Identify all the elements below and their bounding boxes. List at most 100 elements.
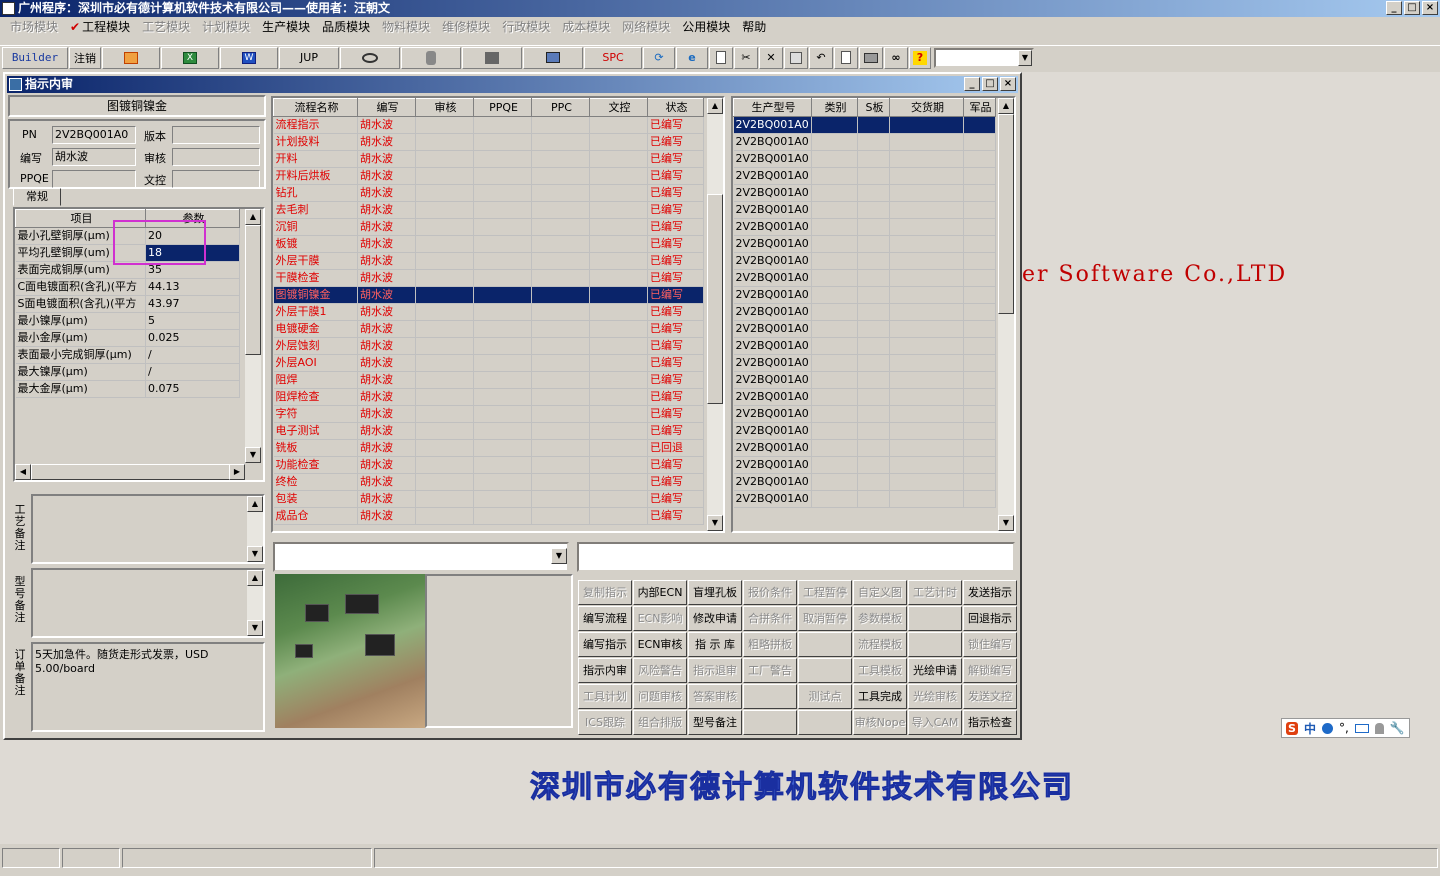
flow-row[interactable]: 功能检查 胡水波 已编写 (273, 456, 704, 474)
delete-icon[interactable]: ✕ (759, 46, 783, 69)
model-note-field[interactable]: ▲ ▼ (31, 568, 265, 638)
action-button[interactable]: 回退指示 (963, 606, 1017, 631)
param-value[interactable]: / (145, 346, 240, 364)
flow-row[interactable]: 干膜检查 胡水波 已编写 (273, 269, 704, 287)
scroll-up-icon[interactable]: ▲ (707, 98, 723, 114)
ppqe-field[interactable] (52, 170, 136, 188)
model-row[interactable]: 2V2BQ001A0 (733, 405, 996, 423)
wrench-icon[interactable]: 🔧 (1390, 721, 1405, 735)
flow-header[interactable]: 文控 (589, 98, 648, 117)
ime-moon-icon[interactable] (1321, 722, 1333, 734)
sogou-icon[interactable]: S (1286, 721, 1298, 735)
refresh-icon[interactable]: ⟳ (643, 46, 675, 69)
model-row[interactable]: 2V2BQ001A0 (733, 303, 996, 321)
flow-row[interactable]: 铣板 胡水波 已回退 (273, 439, 704, 457)
flow-row[interactable]: 终检 胡水波 已编写 (273, 473, 704, 491)
user-icon[interactable] (1374, 722, 1384, 734)
flow-combo[interactable]: ▼ (273, 542, 569, 572)
model-header[interactable]: 生产型号 (733, 98, 812, 117)
review-field[interactable] (172, 148, 260, 166)
action-button[interactable]: 报价条件 (743, 580, 797, 605)
scroll-down-icon[interactable]: ▼ (707, 515, 723, 531)
action-button[interactable] (743, 684, 797, 709)
flow-header[interactable]: 编写 (357, 98, 416, 117)
model-row[interactable]: 2V2BQ001A0 (733, 354, 996, 372)
preview-icon[interactable] (834, 46, 858, 69)
action-button[interactable] (743, 710, 797, 735)
excel-icon[interactable]: X (161, 46, 219, 69)
action-button[interactable]: ECN影响 (633, 606, 687, 631)
print-icon[interactable] (859, 46, 883, 69)
model-row[interactable]: 2V2BQ001A0 (733, 490, 996, 508)
find-icon[interactable]: ∞ (884, 46, 908, 69)
process-note-field[interactable]: ▲ ▼ (31, 494, 265, 564)
action-button[interactable] (798, 632, 852, 657)
param-value[interactable]: 0.025 (145, 329, 240, 347)
monitor-icon[interactable] (523, 46, 583, 69)
action-button[interactable]: 导入CAM (908, 710, 962, 735)
action-button[interactable]: 工具完成 (853, 684, 907, 709)
model-row[interactable]: 2V2BQ001A0 (733, 473, 996, 491)
scroll-down-icon[interactable]: ▼ (247, 620, 263, 636)
scroll-up-icon[interactable]: ▲ (247, 496, 263, 512)
menu-item-1[interactable]: ✔ 工程模块 (64, 17, 136, 37)
param-value[interactable]: 0.075 (145, 380, 240, 398)
ime-toolbar[interactable]: S 中 °, 🔧 (1281, 718, 1410, 738)
action-button[interactable]: 自定义图 (853, 580, 907, 605)
flow-row[interactable]: 沉铜 胡水波 已编写 (273, 218, 704, 236)
menu-item-3[interactable]: 计划模块 (196, 17, 256, 37)
author-field[interactable]: 胡水波 (52, 148, 136, 166)
param-hscroll-thumb[interactable] (31, 464, 231, 480)
param-scroll-thumb[interactable] (245, 225, 261, 355)
action-button[interactable]: 指示检查 (963, 710, 1017, 735)
model-scroll-thumb[interactable] (998, 114, 1014, 314)
undo-icon[interactable]: ↶ (809, 46, 833, 69)
param-row[interactable]: C面电镀面积(含孔)(平方 44.13 (15, 278, 240, 296)
model-row[interactable]: 2V2BQ001A0 (733, 201, 996, 219)
flow-row[interactable]: 计划投料 胡水波 已编写 (273, 133, 704, 151)
jup-button[interactable]: JUP (279, 46, 339, 69)
close-button[interactable]: × (1422, 1, 1438, 15)
flow-row[interactable]: 电镀硬金 胡水波 已编写 (273, 320, 704, 338)
flow-row[interactable]: 字符 胡水波 已编写 (273, 405, 704, 423)
eye-icon[interactable] (340, 46, 400, 69)
action-button[interactable]: 流程模板 (853, 632, 907, 657)
builder-button[interactable]: Builder (2, 46, 68, 69)
flow-row[interactable]: 外层蚀刻 胡水波 已编写 (273, 337, 704, 355)
flow-header[interactable]: 流程名称 (273, 98, 358, 117)
flow-row[interactable]: 成品仓 胡水波 已编写 (273, 507, 704, 525)
scroll-left-icon[interactable]: ◀ (15, 464, 31, 480)
menu-item-8[interactable]: 行政模块 (496, 17, 556, 37)
flow-row[interactable]: 外层AOI 胡水波 已编写 (273, 354, 704, 372)
action-button[interactable]: 审核Nope (853, 710, 907, 735)
action-button[interactable]: 编写流程 (578, 606, 632, 631)
action-button[interactable]: 工厂警告 (743, 658, 797, 683)
action-button[interactable]: 解锁编写 (963, 658, 1017, 683)
model-row[interactable]: 2V2BQ001A0 (733, 116, 996, 134)
model-header[interactable]: 交货期 (889, 98, 964, 117)
menu-item-6[interactable]: 物料模块 (376, 17, 436, 37)
menu-item-2[interactable]: 工艺模块 (136, 17, 196, 37)
flow-row[interactable]: 阻焊 胡水波 已编写 (273, 371, 704, 389)
model-row[interactable]: 2V2BQ001A0 (733, 337, 996, 355)
action-button[interactable]: 光绘审核 (908, 684, 962, 709)
model-vscroll[interactable]: ▲ ▼ (998, 98, 1014, 531)
flow-row[interactable]: 阻焊检查 胡水波 已编写 (273, 388, 704, 406)
param-hscroll[interactable]: ◀ ▶ (15, 464, 245, 480)
action-button[interactable] (908, 606, 962, 631)
action-button[interactable]: 发送指示 (963, 580, 1017, 605)
param-row[interactable]: 最大镍厚(μm) / (15, 363, 240, 381)
action-button[interactable]: 指示内审 (578, 658, 632, 683)
action-button[interactable]: 合拼条件 (743, 606, 797, 631)
scroll-right-icon[interactable]: ▶ (229, 464, 245, 480)
minimize-button[interactable]: _ (1386, 1, 1402, 15)
scroll-down-icon[interactable]: ▼ (247, 546, 263, 562)
menu-item-5[interactable]: 品质模块 (316, 17, 376, 37)
action-button[interactable]: 粗略拼板 (743, 632, 797, 657)
flow-header[interactable]: 状态 (647, 98, 704, 117)
action-button[interactable]: 组合排版 (633, 710, 687, 735)
network-icon[interactable] (462, 46, 522, 69)
menu-item-9[interactable]: 成本模块 (556, 17, 616, 37)
action-button[interactable]: 问题审核 (633, 684, 687, 709)
param-row[interactable]: S面电镀面积(含孔)(平方 43.97 (15, 295, 240, 313)
